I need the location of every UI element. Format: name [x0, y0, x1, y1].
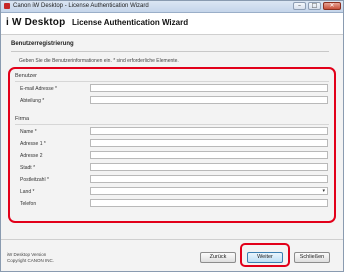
address1-input[interactable] — [90, 139, 328, 147]
close-window-button[interactable]: ✕ — [323, 2, 341, 10]
instructions-text: Geben Sie die Benutzerinformationen ein.… — [19, 58, 179, 64]
field-label-phone: Telefon — [20, 201, 37, 207]
field-label-city: Stadt * — [20, 165, 36, 171]
city-input[interactable] — [90, 163, 328, 171]
field-label-name: Name * — [20, 129, 37, 135]
app-icon — [4, 3, 10, 9]
next-button-highlight — [240, 243, 290, 267]
wizard-header: i W Desktop License Authentication Wizar… — [1, 13, 343, 35]
title-bar[interactable]: Canon iW Desktop - License Authenticatio… — [1, 1, 343, 13]
field-label-postal-code: Postleitzahl * — [20, 177, 49, 183]
field-label-department: Abteilung * — [20, 98, 45, 104]
section-divider — [11, 51, 329, 52]
email-input[interactable] — [90, 84, 328, 92]
wizard-title: License Authentication Wizard — [72, 18, 189, 27]
chevron-down-icon[interactable]: ▾ — [322, 188, 325, 195]
company-name-input[interactable] — [90, 127, 328, 135]
group-label-user: Benutzer — [15, 73, 38, 79]
field-label-address1: Adresse 1 * — [20, 141, 46, 147]
wizard-footer: iW Desktop Version Copyright CANON INC. … — [1, 239, 343, 271]
wizard-content: Benutzerregistrierung Geben Sie die Benu… — [1, 35, 343, 239]
department-input[interactable] — [90, 96, 328, 104]
minimize-button[interactable]: – — [293, 2, 306, 10]
field-label-email: E-mail Adresse * — [20, 86, 57, 92]
group-divider-user — [15, 81, 329, 82]
country-select[interactable]: ▾ — [90, 187, 328, 195]
address2-input[interactable] — [90, 151, 328, 159]
back-button[interactable]: Zurück — [200, 252, 236, 263]
field-label-address2: Adresse 2 — [20, 153, 43, 159]
close-button[interactable]: Schließen — [294, 252, 330, 263]
window-controls: – □ ✕ — [293, 2, 341, 10]
phone-input[interactable] — [90, 199, 328, 207]
wizard-window: Canon iW Desktop - License Authenticatio… — [0, 0, 344, 272]
copyright-text: Copyright CANON INC. — [7, 258, 55, 263]
window-title: Canon iW Desktop - License Authenticatio… — [13, 3, 149, 9]
postal-code-input[interactable] — [90, 175, 328, 183]
field-label-country: Land * — [20, 189, 35, 195]
product-logo: i W Desktop — [6, 17, 66, 28]
section-title: Benutzerregistrierung — [11, 41, 74, 47]
group-label-company: Firma — [15, 116, 30, 122]
group-divider-company — [15, 124, 329, 125]
maximize-button[interactable]: □ — [308, 2, 321, 10]
version-text: iW Desktop Version — [7, 252, 47, 257]
